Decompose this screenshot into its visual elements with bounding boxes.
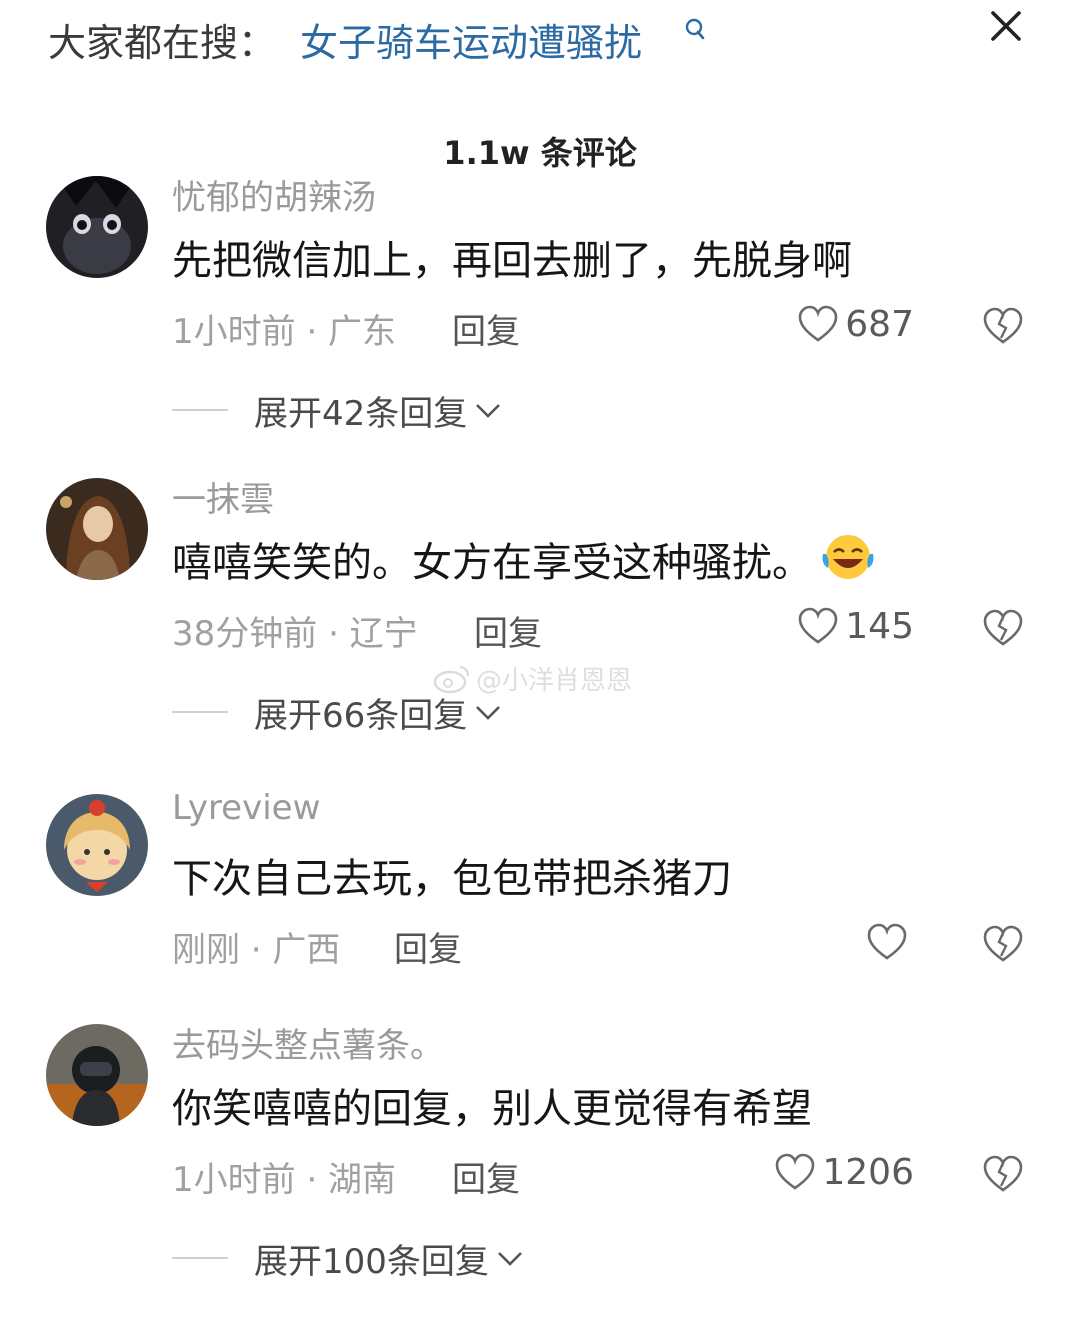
expand-replies-label: 展开100条回复 xyxy=(254,1241,489,1282)
heart-icon xyxy=(798,607,838,644)
broken-heart-icon[interactable] xyxy=(982,1154,1024,1194)
chevron-down-icon xyxy=(476,404,501,418)
like-count: 1206 xyxy=(822,1151,914,1193)
heart-icon xyxy=(867,923,907,960)
divider-dash xyxy=(172,1257,228,1259)
comment-meta: 1小时前 · 湖南 xyxy=(172,1160,397,1200)
comment-text: 嘻嘻笑笑的。女方在享受这种骚扰。 xyxy=(172,530,876,588)
watermark-text: @小洋肖恩恩 xyxy=(476,665,633,696)
comment-text-body: 嘻嘻笑笑的。女方在享受这种骚扰。 xyxy=(172,540,812,586)
comment-meta: 1小时前 · 广东 xyxy=(172,312,397,352)
like-button[interactable]: 687 xyxy=(797,302,914,346)
heart-icon xyxy=(776,1153,815,1190)
chevron-down-icon xyxy=(497,1252,522,1266)
comment-text: 你笑嘻嘻的回复，别人更觉得有希望 xyxy=(172,1086,812,1132)
comment-item: 一抹雲 嘻嘻笑笑的。女方在享受这种骚扰。 38分钟前 · 辽宁 回复 145 展… xyxy=(0,478,1080,778)
comment-text: 下次自己去玩，包包带把杀猪刀 xyxy=(172,856,732,902)
like-count: 145 xyxy=(845,605,914,647)
divider-dash xyxy=(172,711,228,713)
comment-item: 忧郁的胡辣汤 先把微信加上，再回去删了，先脱身啊 1小时前 · 广东 回复 68… xyxy=(0,176,1080,476)
watermark: @小洋肖恩恩 xyxy=(432,660,632,696)
comment-count-title: 1.1w 条评论 xyxy=(443,134,637,172)
search-suggestion-bar: 大家都在搜： 女子骑车运动遭骚扰 xyxy=(0,0,1080,90)
reply-button[interactable]: 回复 xyxy=(452,1152,520,1201)
reply-button[interactable]: 回复 xyxy=(452,304,520,353)
comment-username[interactable]: Lyreview xyxy=(172,788,320,828)
comment-username[interactable]: 一抹雲 xyxy=(172,472,274,521)
broken-heart-icon[interactable] xyxy=(982,306,1024,346)
laughing-with-tears-emoji-icon xyxy=(822,535,874,579)
comment-text: 先把微信加上，再回去删了，先脱身啊 xyxy=(172,238,852,284)
expand-replies-button[interactable]: 展开66条回复 xyxy=(172,690,503,736)
expand-replies-button[interactable]: 展开100条回复 xyxy=(172,1236,525,1282)
expand-replies-button[interactable]: 展开42条回复 xyxy=(172,388,503,434)
broken-heart-icon[interactable] xyxy=(982,608,1024,648)
heart-icon xyxy=(798,305,838,342)
search-suggestion-prefix: 大家都在搜： xyxy=(48,21,277,65)
divider-dash xyxy=(172,409,228,411)
close-icon[interactable] xyxy=(988,8,1024,44)
expand-replies-label: 展开42条回复 xyxy=(254,393,468,434)
user-avatar[interactable] xyxy=(46,794,148,896)
comment-meta: 刚刚 · 广西 xyxy=(172,930,341,970)
search-icon[interactable] xyxy=(684,18,706,44)
weibo-logo-icon xyxy=(433,665,470,694)
comment-meta: 38分钟前 · 辽宁 xyxy=(172,614,418,654)
comment-username[interactable]: 忧郁的胡辣汤 xyxy=(172,170,376,219)
like-count: 687 xyxy=(845,303,914,345)
search-suggestion-term[interactable]: 女子骑车运动遭骚扰 xyxy=(300,12,642,67)
comment-item: 去码头整点薯条。 你笑嘻嘻的回复，别人更觉得有希望 1小时前 · 湖南 回复 1… xyxy=(0,1024,1080,1324)
user-avatar[interactable] xyxy=(46,176,148,278)
reply-button[interactable]: 回复 xyxy=(394,922,462,971)
like-button[interactable]: 145 xyxy=(797,604,914,648)
like-button[interactable]: 1206 xyxy=(774,1150,914,1194)
reply-button[interactable]: 回复 xyxy=(474,606,542,655)
user-avatar[interactable] xyxy=(46,478,148,580)
chevron-down-icon xyxy=(476,706,501,720)
user-avatar[interactable] xyxy=(46,1024,148,1126)
comment-username[interactable]: 去码头整点薯条。 xyxy=(172,1018,444,1067)
broken-heart-icon[interactable] xyxy=(982,924,1024,964)
like-button[interactable] xyxy=(866,920,914,964)
